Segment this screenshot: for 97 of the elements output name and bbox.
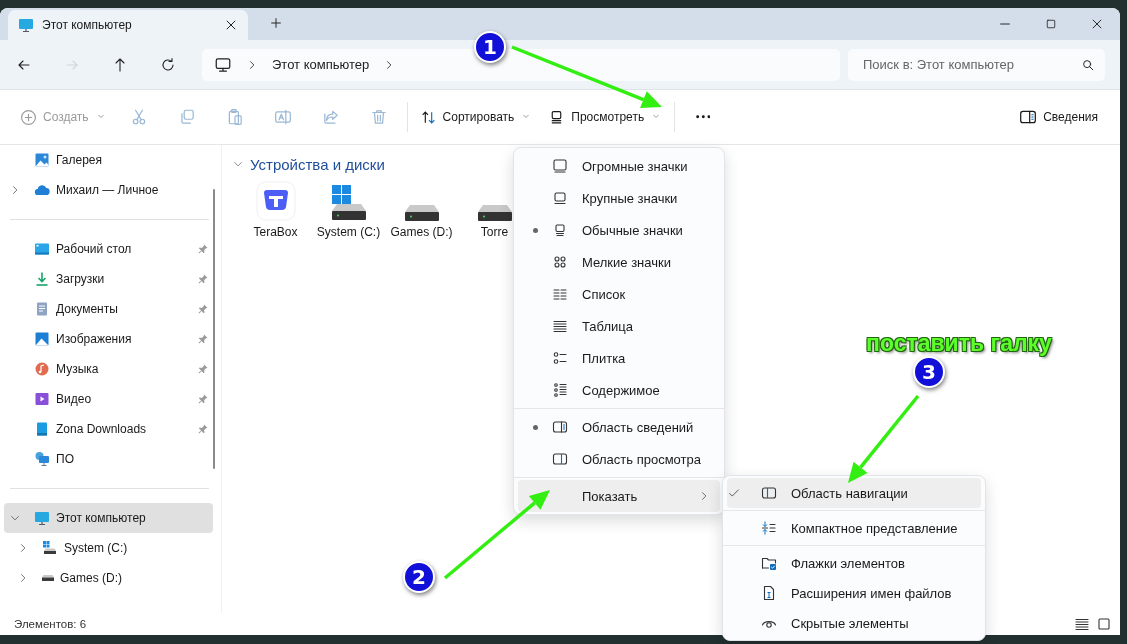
folder-checkbox-icon xyxy=(761,555,777,571)
image-icon xyxy=(34,152,50,168)
sidebar-item[interactable]: Видео xyxy=(4,384,213,414)
group-title: Устройства и диски xyxy=(250,155,385,173)
tab[interactable]: Этот компьютер xyxy=(8,10,248,40)
cloud-icon xyxy=(34,182,50,198)
more-icon xyxy=(695,115,711,119)
sort-icon xyxy=(419,108,437,126)
details-view-button[interactable] xyxy=(1074,616,1090,632)
search-icon xyxy=(1081,57,1095,72)
pin-icon xyxy=(197,303,209,315)
sidebar-item[interactable]: Рабочий стол xyxy=(4,234,213,264)
close-icon xyxy=(224,18,238,32)
pin-icon xyxy=(197,273,209,285)
sidebar-item[interactable]: Games (D:) xyxy=(4,563,213,593)
monitor-icon xyxy=(18,17,34,33)
network-icon xyxy=(34,451,50,467)
monitor-icon xyxy=(214,55,232,74)
pin-icon xyxy=(197,423,209,435)
sidebar-item[interactable]: Загрузки xyxy=(4,264,213,294)
sort-button[interactable]: Сортировать xyxy=(411,101,541,133)
details-button[interactable]: Сведения xyxy=(1011,101,1106,133)
pin-icon xyxy=(197,363,209,375)
file-icon xyxy=(761,585,777,601)
monitor-icon xyxy=(552,158,568,174)
list-icon xyxy=(552,382,568,398)
compact-icon xyxy=(761,520,777,536)
refresh-icon xyxy=(160,56,176,73)
menu-item[interactable]: Скрытые элементы xyxy=(727,608,981,638)
pin-icon xyxy=(197,333,209,345)
breadcrumb[interactable]: Этот компьютер xyxy=(272,57,370,72)
annotation-caption: поставить галку xyxy=(866,330,1052,357)
trash-icon xyxy=(369,108,388,126)
desktop-icon xyxy=(34,241,50,257)
panel-icon xyxy=(552,451,568,467)
monitor-icon xyxy=(552,190,568,206)
menu-item[interactable]: Флажки элементов xyxy=(727,548,981,578)
terabox-icon xyxy=(255,181,296,221)
table-icon xyxy=(552,318,568,334)
download-icon xyxy=(34,271,50,287)
panel-icon xyxy=(761,485,777,501)
menu-item[interactable]: Огромные значки xyxy=(518,150,720,182)
sidebar-item[interactable]: Галерея xyxy=(4,145,213,175)
maximize-icon xyxy=(1045,18,1057,30)
plus-icon xyxy=(269,16,283,30)
drive-item[interactable]: TeraBox xyxy=(239,181,312,239)
menu-item[interactable]: Область навигации xyxy=(727,478,981,508)
add-icon xyxy=(20,108,37,126)
grid-icon xyxy=(552,254,568,270)
drive-item[interactable]: Games (D:) xyxy=(385,181,458,239)
menu-item[interactable]: Компактное представление xyxy=(727,513,981,543)
panel-icon xyxy=(552,419,568,435)
sidebar-item[interactable]: Документы xyxy=(4,294,213,324)
menu-item[interactable]: Плитка xyxy=(518,342,720,374)
monitor-icon xyxy=(34,510,50,526)
sidebar-item[interactable]: System (C:) xyxy=(4,533,213,563)
share-icon xyxy=(321,108,340,126)
sidebar-item[interactable]: Михаил — Личное xyxy=(4,175,213,205)
search-field[interactable]: Поиск в: Этот компьютер xyxy=(848,48,1105,81)
table-icon xyxy=(1074,616,1090,632)
pin-icon xyxy=(197,243,209,255)
drive-icon xyxy=(477,205,512,221)
drive-icon xyxy=(404,205,439,221)
list-icon xyxy=(552,286,568,302)
menu-item[interactable]: Показать xyxy=(518,480,720,512)
image-icon xyxy=(34,331,50,347)
menu-item[interactable]: Таблица xyxy=(518,310,720,342)
sidebar-item[interactable]: Изображения xyxy=(4,324,213,354)
view-button[interactable]: Просмотреть xyxy=(540,101,671,133)
item-count: Элементов: 6 xyxy=(14,618,87,630)
monitor-icon xyxy=(552,222,568,238)
drive-icon xyxy=(42,575,54,581)
sidebar-item[interactable]: ПО xyxy=(4,444,213,474)
menu-item[interactable]: Область просмотра xyxy=(518,443,720,475)
rename-icon xyxy=(273,108,292,126)
drive-item[interactable]: System (C:) xyxy=(312,181,385,239)
menu-item[interactable]: Область сведений xyxy=(518,411,720,443)
panel-icon xyxy=(1019,108,1038,126)
menu-item[interactable]: Список xyxy=(518,278,720,310)
close-icon xyxy=(1090,17,1104,31)
document-icon xyxy=(34,301,50,317)
sidebar-item[interactable]: Этот компьютер xyxy=(4,503,213,533)
maximize-icon xyxy=(1096,616,1112,632)
sidebar-item[interactable]: Zona Downloads xyxy=(4,414,213,444)
drive-icon xyxy=(42,540,58,556)
menu-item[interactable]: Расширения имен файлов xyxy=(727,578,981,608)
scrollbar[interactable] xyxy=(213,189,215,469)
tiles-icon xyxy=(552,350,568,366)
sidebar-item[interactable]: Музыка xyxy=(4,354,213,384)
pin-icon xyxy=(197,393,209,405)
check-icon xyxy=(727,486,741,500)
menu-item[interactable]: Содержимое xyxy=(518,374,720,406)
tiles-view-button[interactable] xyxy=(1096,616,1112,632)
menu-item[interactable]: Мелкие значки xyxy=(518,246,720,278)
video-icon xyxy=(34,391,50,407)
music-icon xyxy=(34,361,50,377)
folder-icon xyxy=(34,421,50,437)
